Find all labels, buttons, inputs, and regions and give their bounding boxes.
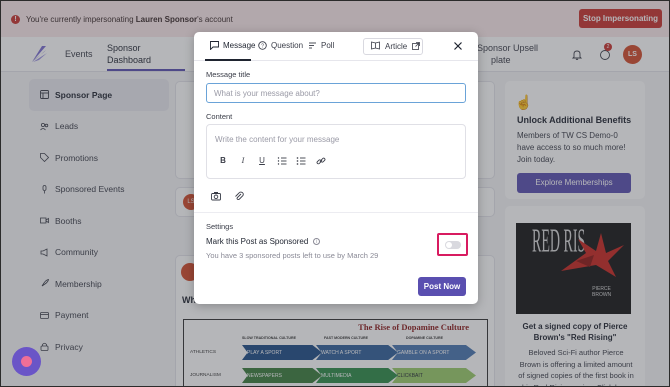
question-icon: ? — [258, 41, 267, 50]
tab-label: Poll — [321, 41, 335, 50]
tab-article[interactable]: Article — [363, 38, 423, 55]
help-launcher-button[interactable] — [12, 347, 41, 376]
sponsored-setting: Mark this Post as Sponsored i — [206, 237, 321, 246]
tab-label: Question — [271, 41, 304, 50]
settings-label: Settings — [206, 222, 234, 231]
tab-label: Article — [385, 42, 408, 51]
ordered-list-icon[interactable] — [277, 156, 287, 166]
content-label: Content — [206, 112, 233, 121]
toggle-highlight — [437, 233, 468, 256]
bullet-list-icon[interactable] — [296, 156, 306, 166]
post-type-tabs: Message ? Question Poll Article — [194, 32, 478, 61]
active-tab-underline — [205, 59, 251, 61]
poll-icon — [308, 41, 317, 50]
underline-button[interactable]: U — [257, 156, 267, 166]
settings-divider — [194, 212, 478, 213]
svg-text:?: ? — [261, 44, 264, 50]
content-editor[interactable]: Write the content for your message B I U — [206, 124, 466, 179]
link-icon[interactable] — [316, 156, 326, 166]
message-icon — [210, 41, 219, 50]
sponsored-setting-label: Mark this Post as Sponsored — [206, 237, 309, 246]
tab-question[interactable]: ? Question — [258, 41, 303, 50]
post-now-button[interactable]: Post Now — [418, 277, 466, 296]
bold-button[interactable]: B — [218, 156, 228, 166]
sponsored-remaining-text: You have 3 sponsored posts left to use b… — [206, 251, 379, 260]
help-launcher-dot — [21, 356, 32, 367]
close-icon[interactable] — [453, 41, 463, 51]
app-frame: ! You're currently impersonating Lauren … — [0, 0, 670, 387]
external-link-icon — [412, 41, 421, 52]
camera-icon[interactable] — [211, 191, 221, 201]
info-icon[interactable]: i — [313, 238, 321, 245]
message-title-label: Message title — [206, 70, 251, 79]
tab-poll[interactable]: Poll — [308, 41, 334, 50]
italic-button[interactable]: I — [238, 156, 248, 166]
book-icon — [371, 41, 380, 52]
tab-message[interactable]: Message — [210, 41, 255, 50]
message-title-input[interactable] — [206, 83, 466, 103]
content-placeholder: Write the content for your message — [215, 135, 340, 144]
paperclip-icon[interactable] — [234, 191, 244, 201]
create-post-modal: Message ? Question Poll Article Message … — [194, 32, 478, 304]
toggle-knob — [446, 242, 452, 248]
tab-label: Message — [223, 41, 256, 50]
sponsored-toggle[interactable] — [445, 241, 461, 249]
